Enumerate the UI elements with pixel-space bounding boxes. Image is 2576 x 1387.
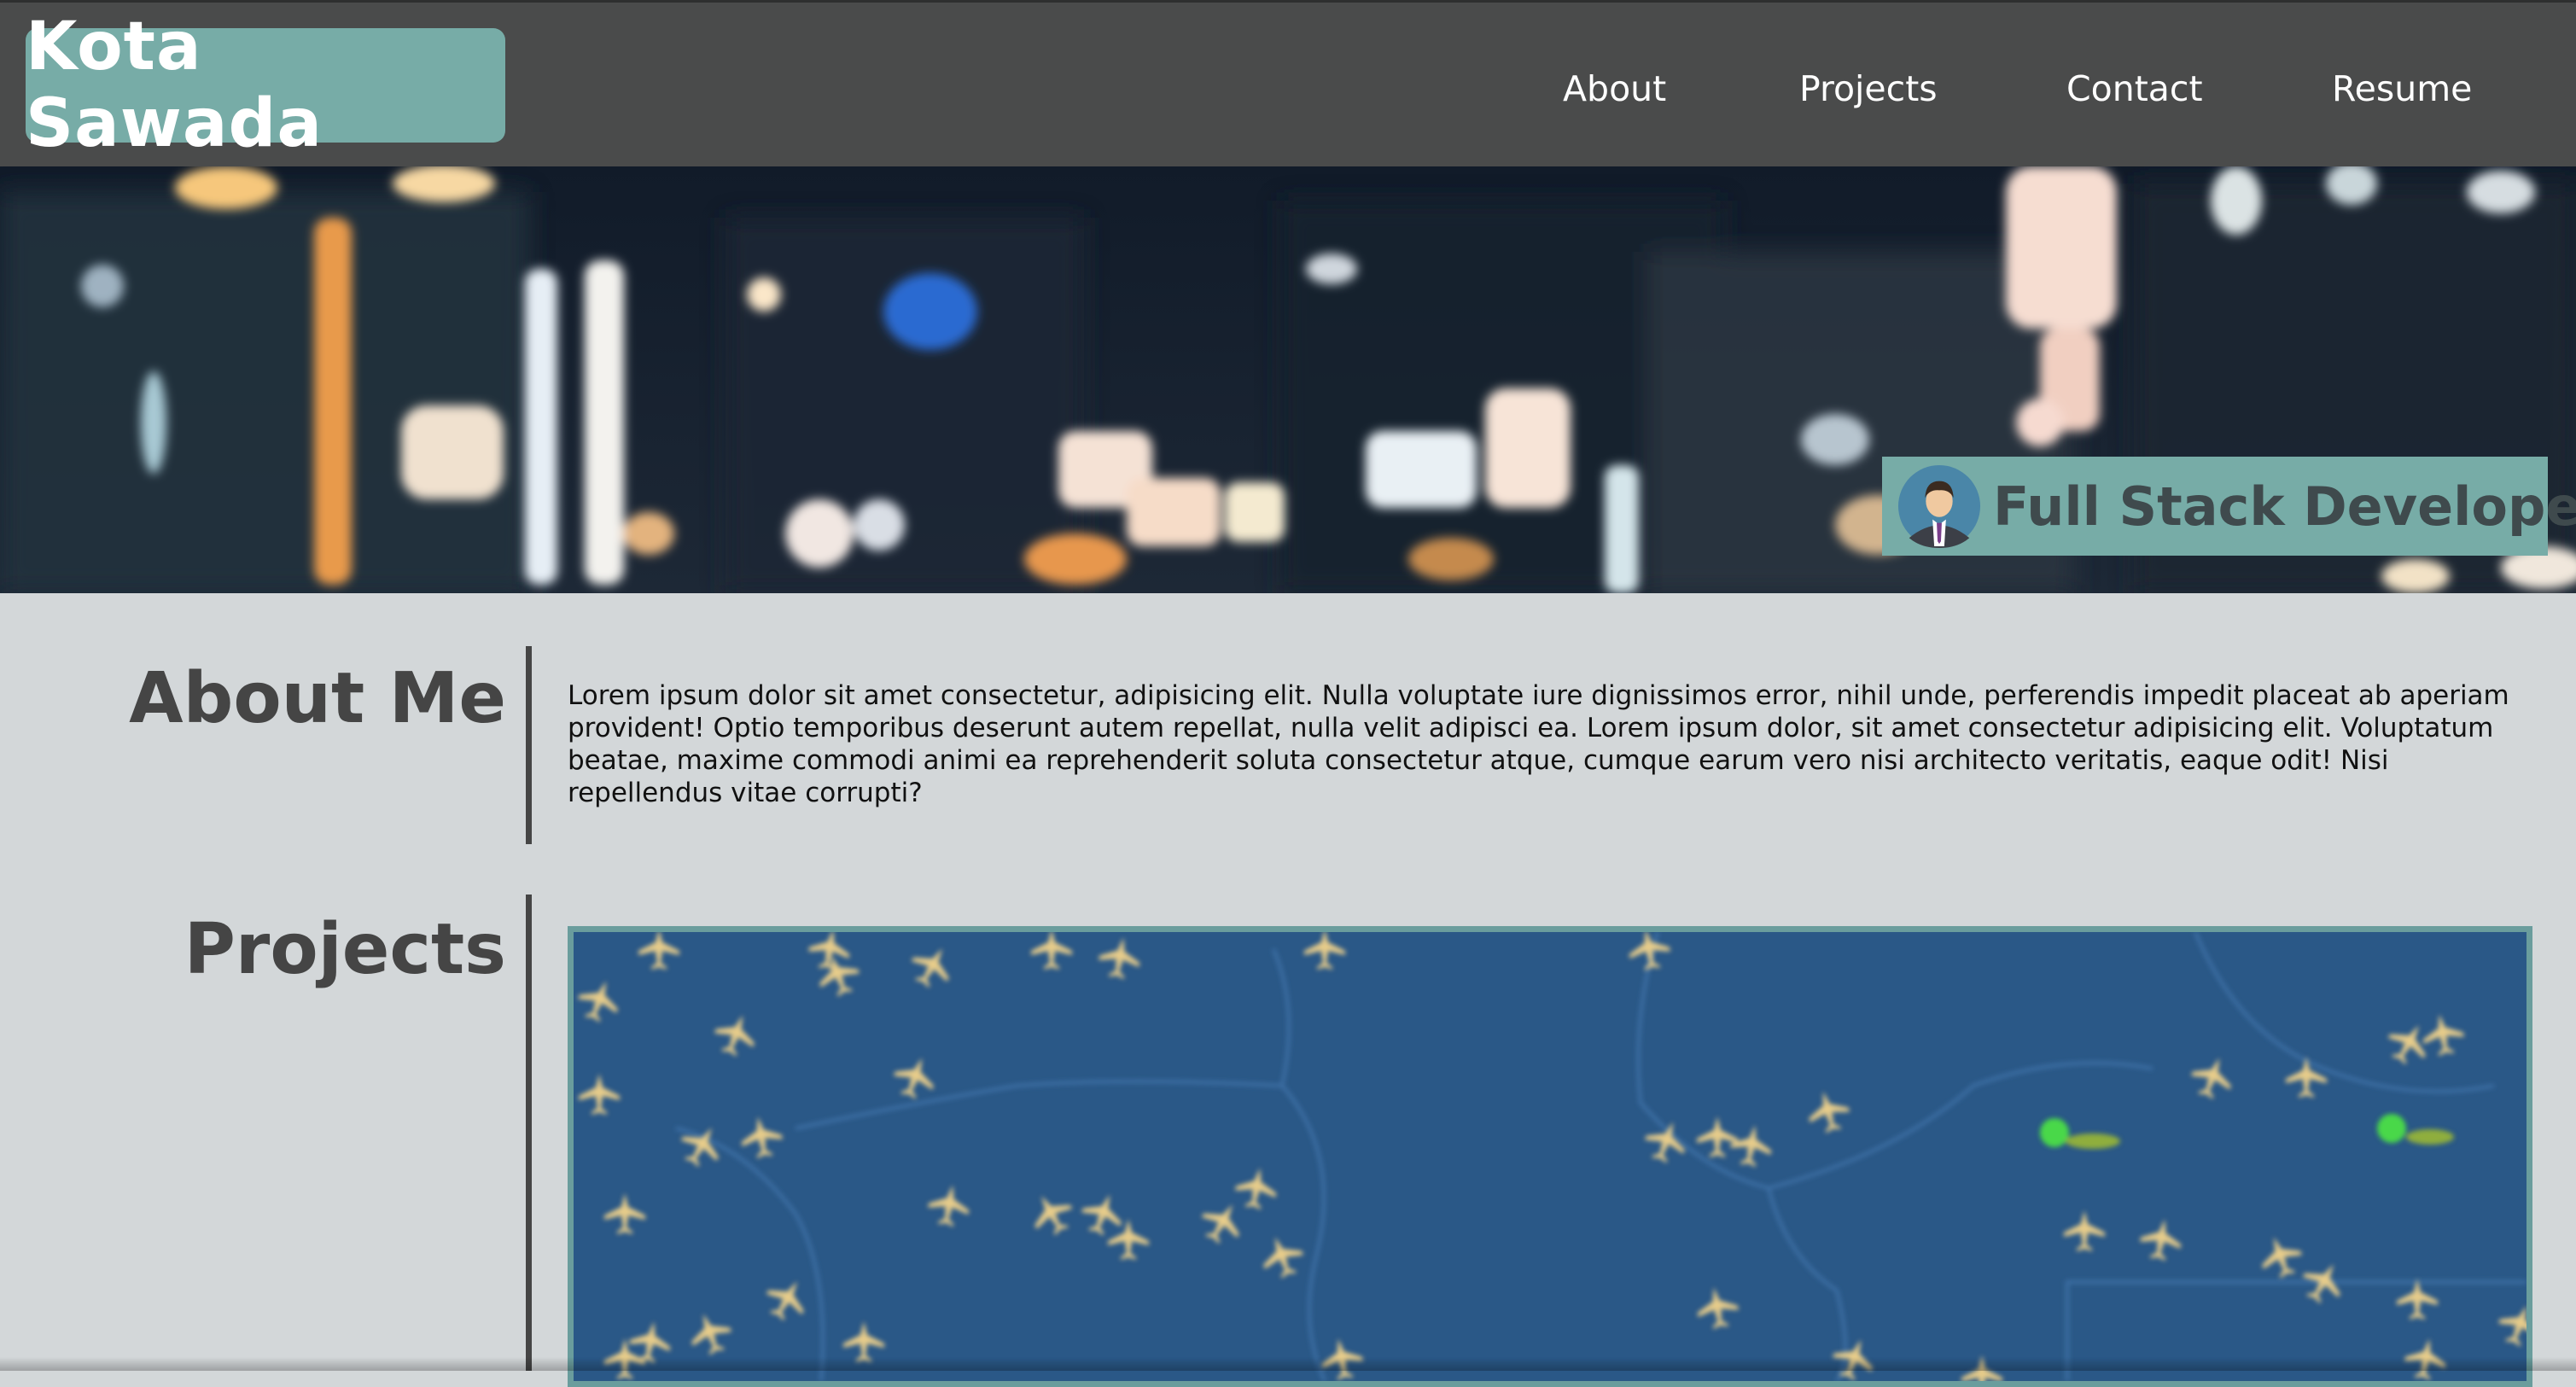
brand-logo[interactable]: Kota Sawada bbox=[26, 9, 505, 162]
developer-avatar-icon bbox=[1897, 464, 1981, 548]
flight-map-screenshot bbox=[574, 932, 2526, 1381]
nav-link-contact[interactable]: Contact bbox=[2066, 59, 2203, 119]
window-bottom-shadow bbox=[0, 1357, 2576, 1371]
projects-divider bbox=[526, 895, 532, 1371]
about-divider bbox=[526, 646, 532, 844]
nav-link-about[interactable]: About bbox=[1563, 59, 1666, 119]
role-badge: Full Stack Developer bbox=[1882, 457, 2576, 556]
about-heading: About Me bbox=[129, 658, 506, 739]
nav-link-resume[interactable]: Resume bbox=[2332, 59, 2472, 119]
projects-heading: Projects bbox=[184, 909, 506, 990]
nav-link-projects[interactable]: Projects bbox=[1799, 59, 1938, 119]
project-preview-card[interactable] bbox=[568, 926, 2532, 1387]
hero-banner: Full Stack Developer bbox=[0, 166, 2576, 593]
navbar: Kota Sawada About Projects Contact Resum… bbox=[0, 0, 2576, 166]
role-title: Full Stack Developer bbox=[1993, 475, 2576, 538]
about-text: Lorem ipsum dolor sit amet consectetur, … bbox=[568, 680, 2509, 808]
